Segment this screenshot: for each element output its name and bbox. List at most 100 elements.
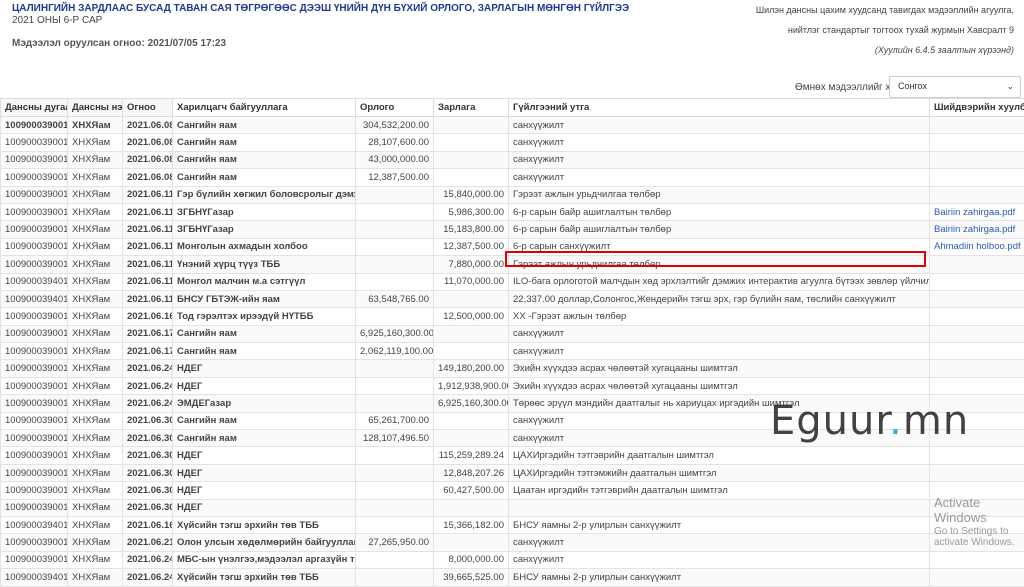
decision-file-link[interactable]: Bairiin zahirgaa.pdf: [934, 207, 1015, 218]
table-cell: 2021.06.30: [123, 482, 173, 499]
table-cell: 2021.06.30: [123, 499, 173, 516]
table-cell: ЭМДЕГазар: [173, 395, 356, 412]
table-cell: санхүүжилт: [509, 117, 930, 134]
table-row: 100900039001ХНХЯам2021.06.08Сангийн яам1…: [1, 169, 1024, 186]
table-cell: [434, 117, 509, 134]
table-cell: Сангийн яам: [173, 430, 356, 447]
table-cell: МБС-ын үнэлгээ,мэдээлэл аргазүйн төв: [173, 551, 356, 568]
table-cell: 2021.06.30: [123, 430, 173, 447]
decision-file-link[interactable]: Ahmadiin holboo.pdf: [934, 241, 1021, 252]
table-cell: 100900039001: [1, 325, 68, 342]
table-cell: [356, 203, 434, 220]
table-cell: НДЕГ: [173, 499, 356, 516]
table-cell: 100900039401: [1, 273, 68, 290]
regulation-note: Шилэн дансны цахим хуудсанд тавигдах мэд…: [756, 0, 1014, 60]
table-row: 100900039001ХНХЯам2021.06.17Сангийн яам2…: [1, 343, 1024, 360]
table-cell: 100900039001: [1, 360, 68, 377]
table-cell: ХНХЯам: [68, 221, 123, 238]
table-cell: 2021.06.11: [123, 290, 173, 307]
table-cell: Эхийн хүүхдээ асрах чөлөөтэй хугацааны ш…: [509, 377, 930, 394]
table-cell: ЦАХИргэдийн тэтгэмжийн даатгалын шимтгэл: [509, 464, 930, 481]
table-cell: 5,986,300.00: [434, 203, 509, 220]
table-cell: [356, 569, 434, 586]
chevron-down-icon: ⌄: [1006, 81, 1014, 92]
table-cell: 100900039001: [1, 134, 68, 151]
table-cell: 100900039001: [1, 412, 68, 429]
table-cell: 100900039401: [1, 516, 68, 533]
table-row: 100900039001ХНХЯам2021.06.17Сангийн яам6…: [1, 325, 1024, 342]
table-cell: ХНХЯам: [68, 151, 123, 168]
table-cell: [434, 134, 509, 151]
table-cell: ЦАХИргэдийн тэтгэврийн даатгалын шимтгэл: [509, 447, 930, 464]
history-select[interactable]: Сонгох ⌄: [889, 76, 1021, 98]
table-cell: [356, 377, 434, 394]
table-cell: [930, 325, 1024, 342]
table-cell: [930, 551, 1024, 568]
table-row: 100900039001ХНХЯам2021.06.30НДЕГ12,848,2…: [1, 464, 1024, 481]
table-cell: 15,840,000.00: [434, 186, 509, 203]
transactions-table: Дансны дугаарДансны нэрОгнооХарилцагч ба…: [0, 98, 1024, 587]
regulation-line-2: нийтлэг стандартыг тогтоох тухай журмын …: [756, 20, 1014, 40]
table-cell: санхүүжилт: [509, 134, 930, 151]
table-cell: 100900039001: [1, 395, 68, 412]
table-row: 100900039001ХНХЯам2021.06.30НДЕГ: [1, 499, 1024, 516]
table-cell: 2021.06.17: [123, 343, 173, 360]
table-cell: Монголын ахмадын холбоо: [173, 238, 356, 255]
table-cell: Сангийн яам: [173, 325, 356, 342]
table-cell: [356, 186, 434, 203]
table-cell: [356, 482, 434, 499]
table-cell: [930, 464, 1024, 481]
table-cell: Сангийн яам: [173, 134, 356, 151]
table-cell: 11,070,000.00: [434, 273, 509, 290]
table-row: 100900039001ХНХЯам2021.06.30НДЕГ60,427,5…: [1, 482, 1024, 499]
table-cell: 7,880,000.00: [434, 256, 509, 273]
table-cell: ХНХЯам: [68, 516, 123, 533]
table-cell: ХНХЯам: [68, 256, 123, 273]
table-cell: 2,062,119,100.00: [356, 343, 434, 360]
table-cell: ILO-бага орлоготой малчдын хөд эрхлэлтий…: [509, 273, 930, 290]
table-cell: [356, 221, 434, 238]
table-cell: [930, 169, 1024, 186]
table-cell: 2021.06.24: [123, 551, 173, 568]
table-cell: 100900039001: [1, 238, 68, 255]
table-row: 100900039401ХНХЯам2021.06.11Монгол малчи…: [1, 273, 1024, 290]
table-cell: 12,848,207.26: [434, 464, 509, 481]
table-cell: [930, 308, 1024, 325]
table-cell: 100900039001: [1, 430, 68, 447]
table-cell: [434, 534, 509, 551]
table-cell: 128,107,496.50: [356, 430, 434, 447]
table-cell: 15,183,800.00: [434, 221, 509, 238]
table-cell: [509, 499, 930, 516]
table-cell: санхүүжилт: [509, 169, 930, 186]
column-header: Зарлага: [434, 99, 509, 117]
table-cell: ХНХЯам: [68, 464, 123, 481]
table-cell: ХНХЯам: [68, 551, 123, 568]
table-cell: 100900039001: [1, 551, 68, 568]
table-cell: 6-р сарын байр ашиглалтын төлбөр: [509, 221, 930, 238]
table-row: 100900039001ХНХЯам2021.06.11ЗГБНҮГазар15…: [1, 221, 1024, 238]
table-cell: ХНХЯам: [68, 343, 123, 360]
column-header: Дансны нэр: [68, 99, 123, 117]
table-cell: [930, 290, 1024, 307]
table-cell: [930, 447, 1024, 464]
decision-file-link[interactable]: Bairiin zahirgaa.pdf: [934, 224, 1015, 235]
table-cell: 100900039001: [1, 221, 68, 238]
table-cell: ХНХЯам: [68, 290, 123, 307]
table-cell: ХНХЯам: [68, 308, 123, 325]
table-row: 100900039001ХНХЯам2021.06.08Сангийн яам4…: [1, 151, 1024, 168]
table-cell: 8,000,000.00: [434, 551, 509, 568]
table-cell: Гэрээт ажлын урьдчилгаа төлбөр: [509, 186, 930, 203]
table-cell: Гэрээт ажлын урьдчилгаа төлбөр: [509, 256, 930, 273]
table-cell: 2021.06.08: [123, 151, 173, 168]
table-cell: [434, 325, 509, 342]
table-cell: 6-р сарын байр ашиглалтын төлбөр: [509, 203, 930, 220]
activate-title: Activate Windows: [934, 495, 987, 525]
table-cell: 60,427,500.00: [434, 482, 509, 499]
table-cell: Сангийн яам: [173, 169, 356, 186]
table-cell: [356, 308, 434, 325]
table-body: 100900039001ХНХЯам2021.06.08Сангийн яам3…: [1, 117, 1024, 587]
table-cell: 6,925,160,300.00: [434, 395, 509, 412]
table-cell: ХНХЯам: [68, 430, 123, 447]
table-cell: БНСУ яамны 2-р улирлын санхүүжилт: [509, 569, 930, 586]
table-cell: [434, 169, 509, 186]
